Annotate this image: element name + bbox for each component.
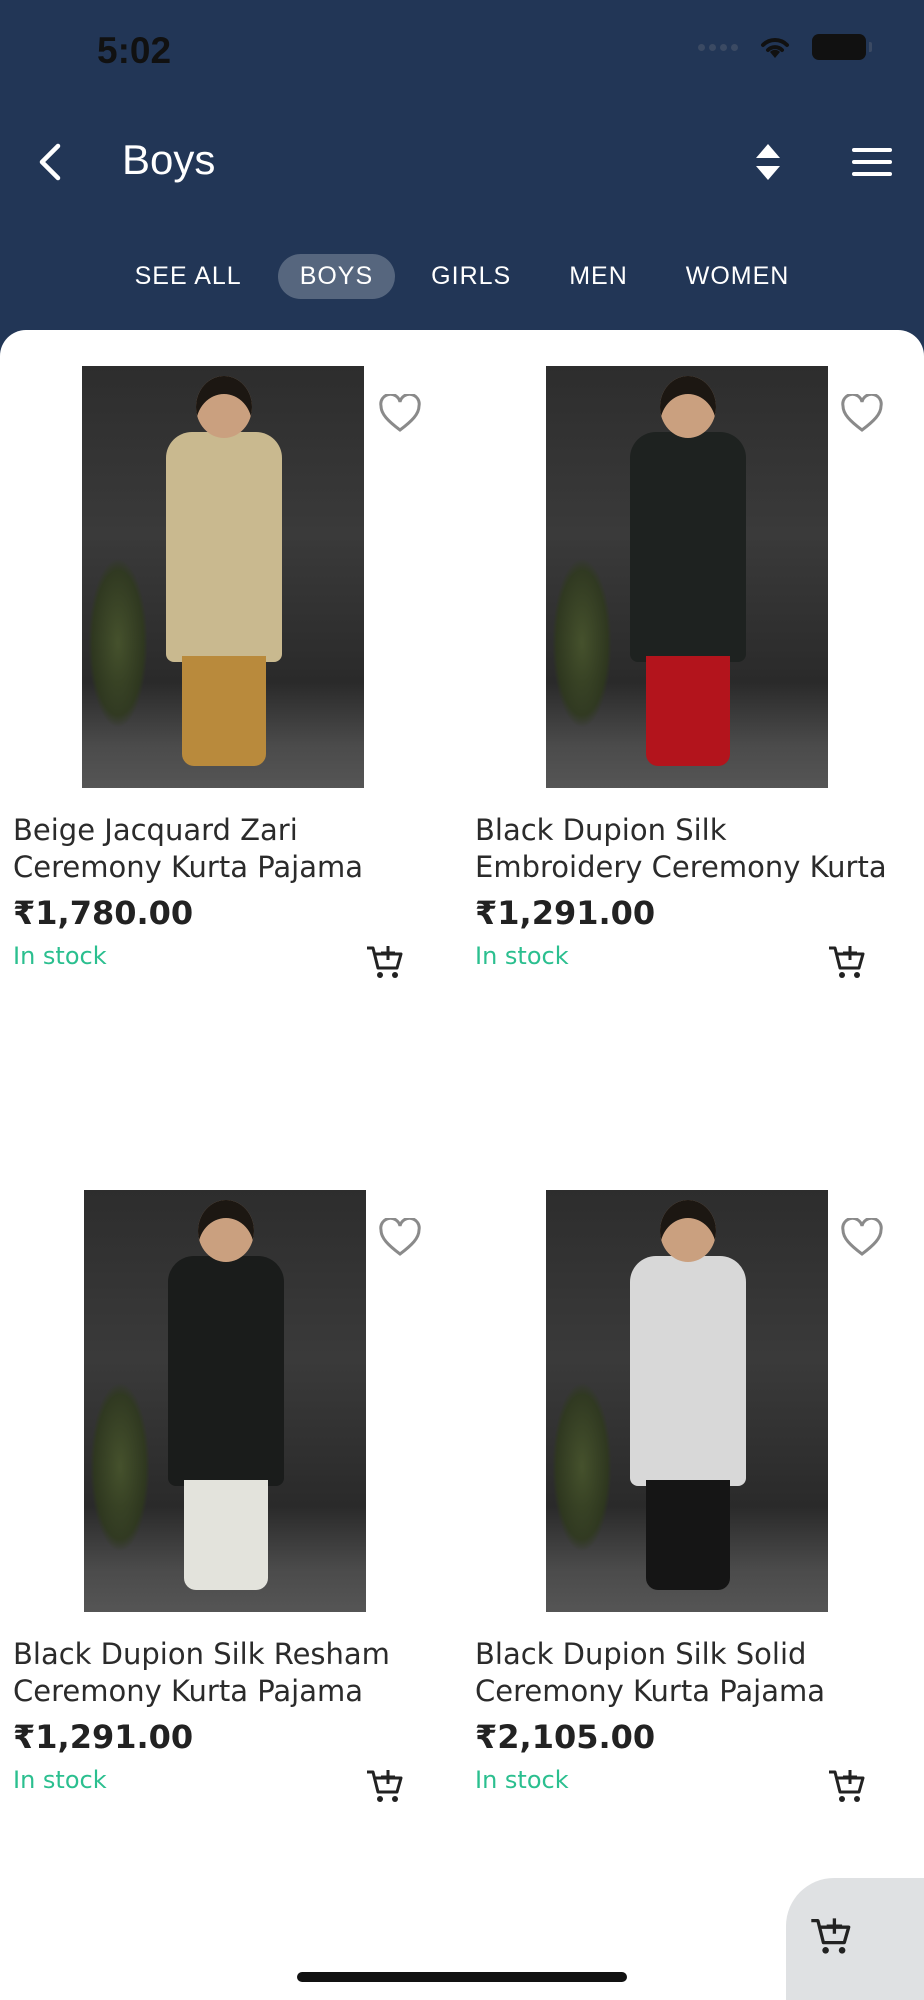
heart-icon[interactable] (840, 1218, 884, 1258)
kurta-shape (630, 1256, 746, 1486)
product-card[interactable]: Beige Jacquard Zari Ceremony Kurta Pajam… (0, 330, 450, 978)
tab-boys[interactable]: BOYS (277, 253, 396, 299)
cellular-signal-icon (698, 43, 738, 51)
product-price: ₹2,105.00 (475, 1718, 656, 1756)
kurta-shape (168, 1256, 284, 1486)
home-indicator (297, 1972, 627, 1982)
sort-icon[interactable] (748, 140, 788, 184)
add-to-cart-icon[interactable] (826, 1766, 866, 1806)
battery-icon (812, 34, 872, 60)
cart-icon (811, 1918, 851, 1954)
stock-status: In stock (13, 942, 107, 970)
add-to-cart-icon[interactable] (364, 1766, 404, 1806)
status-time: 5:02 (97, 30, 172, 71)
pajama-shape (182, 656, 266, 766)
back-icon[interactable] (30, 140, 74, 184)
pajama-shape (646, 1480, 730, 1590)
product-price: ₹1,291.00 (475, 894, 656, 932)
product-image[interactable] (546, 366, 828, 788)
stock-status: In stock (475, 1766, 569, 1794)
product-name[interactable]: Black Dupion Silk Resham Ceremony Kurta … (13, 1636, 463, 1710)
tab-girls[interactable]: GIRLS (409, 254, 533, 299)
category-tabs: SEE ALL BOYS GIRLS MEN WOMEN (0, 252, 924, 300)
product-price: ₹1,291.00 (13, 1718, 194, 1756)
cart-button[interactable] (786, 1878, 924, 2000)
product-image[interactable] (82, 366, 364, 788)
heart-icon[interactable] (378, 1218, 422, 1258)
tab-women[interactable]: WOMEN (664, 254, 812, 299)
kurta-shape (630, 432, 746, 662)
status-icons (698, 34, 872, 60)
pajama-shape (646, 656, 730, 766)
page-title: Boys (122, 136, 216, 183)
add-to-cart-icon[interactable] (364, 942, 404, 982)
stock-status: In stock (13, 1766, 107, 1794)
product-name[interactable]: Beige Jacquard Zari Ceremony Kurta Pajam… (13, 812, 463, 886)
product-card[interactable]: Black Dupion Silk Resham Ceremony Kurta … (0, 1154, 450, 1802)
product-name[interactable]: Black Dupion Silk Solid Ceremony Kurta P… (475, 1636, 924, 1710)
product-name[interactable]: Black Dupion Silk Embroidery Ceremony Ku… (475, 812, 924, 886)
product-price: ₹1,780.00 (13, 894, 194, 932)
app-header: 5:02 Boys SEE ALL BOYS GIRLS MEN WOMEN (0, 0, 924, 360)
tab-men[interactable]: MEN (547, 254, 650, 299)
kurta-shape (166, 432, 282, 662)
product-image[interactable] (546, 1190, 828, 1612)
stock-status: In stock (475, 942, 569, 970)
heart-icon[interactable] (840, 394, 884, 434)
tab-see-all[interactable]: SEE ALL (113, 254, 264, 299)
product-card[interactable]: Black Dupion Silk Embroidery Ceremony Ku… (462, 330, 912, 978)
product-grid: Beige Jacquard Zari Ceremony Kurta Pajam… (0, 330, 924, 2000)
pajama-shape (184, 1480, 268, 1590)
product-image[interactable] (84, 1190, 366, 1612)
product-card[interactable]: Black Dupion Silk Solid Ceremony Kurta P… (462, 1154, 912, 1802)
wifi-icon (761, 38, 789, 58)
add-to-cart-icon[interactable] (826, 942, 866, 982)
heart-icon[interactable] (378, 394, 422, 434)
menu-icon[interactable] (850, 146, 894, 178)
